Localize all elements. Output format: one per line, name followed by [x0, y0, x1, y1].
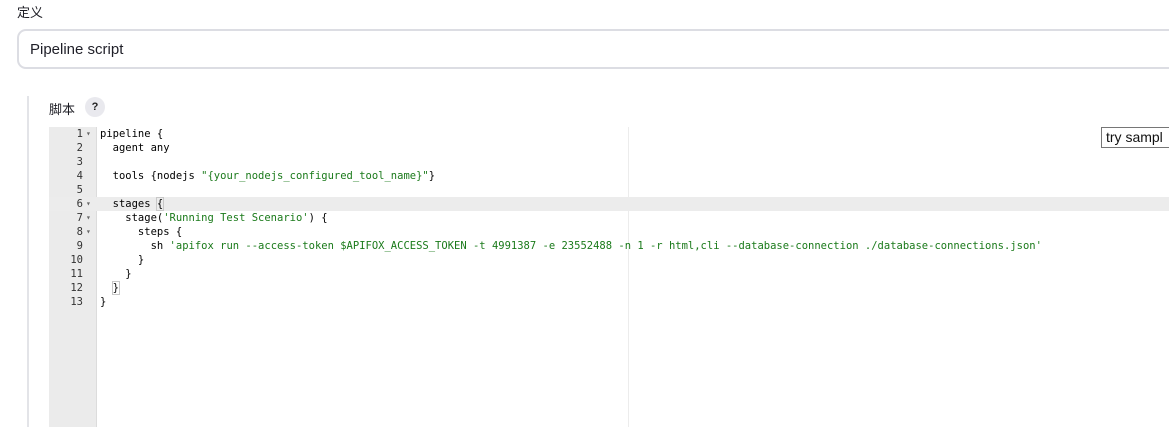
- code-text: stages {: [100, 197, 165, 211]
- line-number: 8: [76, 226, 83, 238]
- line-number: 13: [70, 296, 83, 308]
- code-line: 10 }: [49, 253, 1169, 267]
- line-number: 6: [76, 198, 83, 210]
- string-literal: 'Running Test Scenario': [163, 212, 309, 224]
- string-literal: "{your_nodejs_configured_tool_name}": [201, 170, 429, 182]
- code-line: 11 }: [49, 267, 1169, 281]
- code-line: 4 tools {nodejs "{your_nodejs_configured…: [49, 169, 1169, 183]
- fold-arrow-icon[interactable]: ▾: [86, 197, 94, 211]
- fold-arrow-icon[interactable]: ▾: [86, 127, 94, 141]
- help-icon[interactable]: ?: [85, 97, 105, 117]
- try-sample-pipeline-select[interactable]: try sampl: [1101, 127, 1169, 148]
- code-text: tools {nodejs "{your_nodejs_configured_t…: [100, 170, 436, 182]
- code-text: agent any: [100, 142, 170, 154]
- code-line: 7 ▾ stage('Running Test Scenario') {: [49, 211, 1169, 225]
- code-text: }: [100, 296, 107, 308]
- code-line: 13}: [49, 295, 1169, 309]
- code-text: }: [100, 254, 145, 266]
- line-number: 11: [70, 268, 83, 280]
- string-literal: 'apifox run --access-token $APIFOX_ACCES…: [169, 240, 1042, 252]
- code-line: 8 ▾ steps {: [49, 225, 1169, 239]
- code-text: sh 'apifox run --access-token $APIFOX_AC…: [100, 240, 1042, 252]
- code-line: 9 sh 'apifox run --access-token $APIFOX_…: [49, 239, 1169, 253]
- line-number: 4: [76, 170, 83, 182]
- matched-bracket: {: [155, 197, 165, 211]
- code-line: 12 }: [49, 281, 1169, 295]
- line-number: 3: [76, 156, 83, 168]
- fold-arrow-icon[interactable]: ▾: [86, 225, 94, 239]
- matched-bracket: }: [111, 281, 121, 295]
- code-text: }: [100, 268, 132, 280]
- line-number: 5: [76, 184, 83, 196]
- code-text: pipeline {: [100, 128, 164, 140]
- definition-select[interactable]: Pipeline script: [17, 29, 1169, 69]
- line-number: 7: [76, 212, 83, 224]
- code-editor[interactable]: 1 ▾ pipeline {2 agent any 3 4 tools {nodejs …: [49, 127, 1169, 427]
- script-label: 脚本: [49, 103, 76, 118]
- line-number: 2: [76, 142, 83, 154]
- code-line: 1 ▾ pipeline {: [49, 127, 1169, 141]
- code-text: }: [100, 281, 121, 295]
- code-text: stage('Running Test Scenario') {: [100, 212, 328, 224]
- line-number: 1: [76, 128, 83, 140]
- code-line: 3: [49, 155, 1169, 169]
- line-number: 9: [76, 240, 83, 252]
- definition-label: 定义: [17, 6, 44, 21]
- section-divider: [27, 96, 29, 427]
- line-number: 12: [70, 282, 83, 294]
- code-line: 6 ▾ stages {: [49, 197, 1169, 211]
- code-text: steps {: [100, 226, 183, 238]
- definition-selected-value: Pipeline script: [30, 40, 124, 58]
- code-line: 2 agent any: [49, 141, 1169, 155]
- code-line: 5: [49, 183, 1169, 197]
- line-number: 10: [70, 254, 83, 266]
- fold-arrow-icon[interactable]: ▾: [86, 211, 94, 225]
